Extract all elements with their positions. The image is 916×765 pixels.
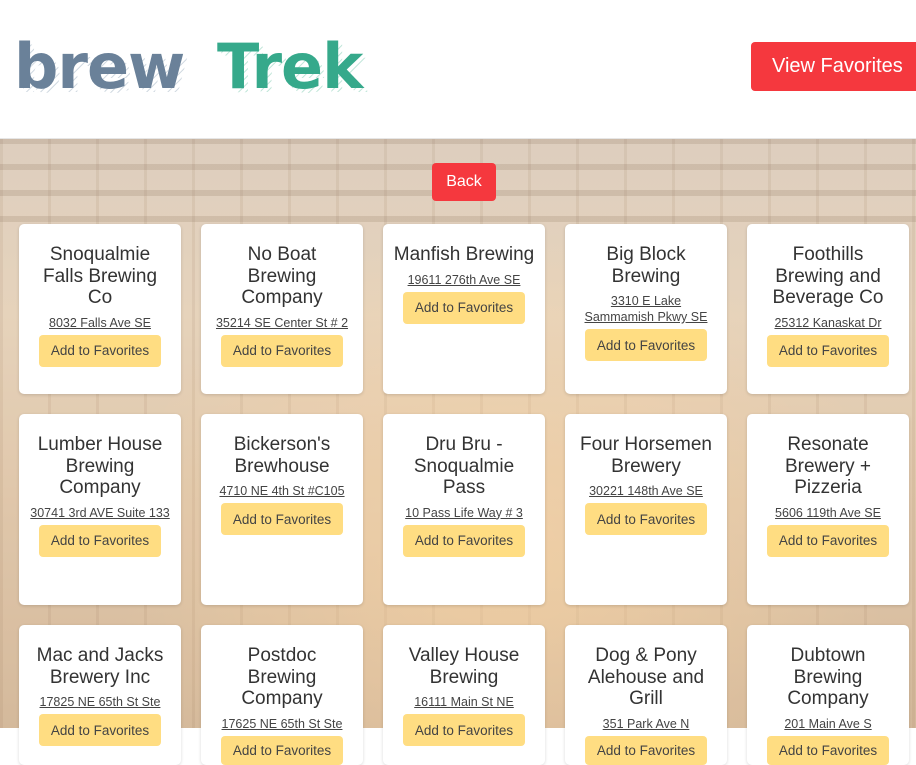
brewery-address-link[interactable]: 25312 Kanaskat Dr [770, 315, 885, 331]
brewery-card: Postdoc Brewing Company 17625 NE 65th St … [201, 625, 363, 765]
brewery-card: Valley House Brewing 16111 Main St NE Add … [383, 625, 545, 765]
add-to-favorites-button[interactable]: Add to Favorites [403, 714, 525, 746]
brewery-address-link[interactable]: 35214 SE Center St # 2 [212, 315, 352, 331]
brewery-card: No Boat Brewing Company 35214 SE Center S… [201, 224, 363, 394]
brewery-address-link[interactable]: 351 Park Ave N [599, 716, 694, 732]
brewery-address-link[interactable]: 17625 NE 65th St Ste [218, 716, 347, 732]
brewery-address-link[interactable]: 16111 Main St NE [410, 694, 518, 710]
brewery-name: No Boat Brewing Company [207, 244, 357, 309]
brewery-name: Dru Bru - Snoqualmie Pass [389, 434, 539, 499]
add-to-favorites-button[interactable]: Add to Favorites [403, 525, 525, 557]
brewery-name: Dog & Pony Alehouse and Grill [571, 645, 721, 710]
brewery-name: Dubtown Brewing Company [753, 645, 903, 710]
brewery-name: Snoqualmie Falls Brewing Co [25, 244, 175, 309]
add-to-favorites-button[interactable]: Add to Favorites [221, 335, 343, 367]
brewery-card: Big Block Brewing 3310 E Lake Sammamish P… [565, 224, 727, 394]
brewery-card-grid: Snoqualmie Falls Brewing Co 8032 Falls Av… [0, 0, 916, 728]
add-to-favorites-button[interactable]: Add to Favorites [767, 525, 889, 557]
brewery-card: Resonate Brewery + Pizzeria 5606 119th Av… [747, 414, 909, 605]
add-to-favorites-button[interactable]: Add to Favorites [221, 736, 343, 765]
brewery-card: Four Horsemen Brewery 30221 148th Ave SE A… [565, 414, 727, 605]
brewery-name: Manfish Brewing [390, 244, 538, 266]
add-to-favorites-button[interactable]: Add to Favorites [585, 736, 707, 765]
brewery-name: Postdoc Brewing Company [207, 645, 357, 710]
brewery-address-link[interactable]: 5606 119th Ave SE [771, 505, 885, 521]
brewery-name: Bickerson's Brewhouse [207, 434, 357, 477]
brewery-address-link[interactable]: 8032 Falls Ave SE [45, 315, 155, 331]
brewery-card: Dubtown Brewing Company 201 Main Ave S Add… [747, 625, 909, 765]
add-to-favorites-button[interactable]: Add to Favorites [221, 503, 343, 535]
add-to-favorites-button[interactable]: Add to Favorites [39, 525, 161, 557]
brewery-name: Four Horsemen Brewery [571, 434, 721, 477]
brewery-address-link[interactable]: 19611 276th Ave SE [404, 272, 525, 288]
brewery-address-link[interactable]: 201 Main Ave S [780, 716, 875, 732]
brewery-card: Dru Bru - Snoqualmie Pass 10 Pass Life Wa… [383, 414, 545, 605]
brewery-card: Lumber House Brewing Company 30741 3rd AV… [19, 414, 181, 605]
brewery-card: Foothills Brewing and Beverage Co 25312 K… [747, 224, 909, 394]
brewery-address-link[interactable]: 3310 E Lake Sammamish Pkwy SE [571, 293, 721, 325]
brewery-name: Lumber House Brewing Company [25, 434, 175, 499]
brewery-card: Mac and Jacks Brewery Inc 17825 NE 65th S… [19, 625, 181, 765]
add-to-favorites-button[interactable]: Add to Favorites [585, 329, 707, 361]
brewery-card: Dog & Pony Alehouse and Grill 351 Park Av… [565, 625, 727, 765]
brewery-address-link[interactable]: 30221 148th Ave SE [585, 483, 707, 499]
add-to-favorites-button[interactable]: Add to Favorites [39, 714, 161, 746]
brewery-address-link[interactable]: 4710 NE 4th St #C105 [215, 483, 348, 499]
brewery-name: Resonate Brewery + Pizzeria [753, 434, 903, 499]
add-to-favorites-button[interactable]: Add to Favorites [39, 335, 161, 367]
add-to-favorites-button[interactable]: Add to Favorites [767, 335, 889, 367]
brewery-card: Bickerson's Brewhouse 4710 NE 4th St #C10… [201, 414, 363, 605]
brewery-name: Big Block Brewing [571, 244, 721, 287]
add-to-favorites-button[interactable]: Add to Favorites [585, 503, 707, 535]
brewery-address-link[interactable]: 30741 3rd AVE Suite 133 [26, 505, 173, 521]
brewery-name: Mac and Jacks Brewery Inc [25, 645, 175, 688]
brewery-address-link[interactable]: 10 Pass Life Way # 3 [401, 505, 527, 521]
brewery-name: Valley House Brewing [389, 645, 539, 688]
add-to-favorites-button[interactable]: Add to Favorites [767, 736, 889, 765]
add-to-favorites-button[interactable]: Add to Favorites [403, 292, 525, 324]
brewery-card: Snoqualmie Falls Brewing Co 8032 Falls Av… [19, 224, 181, 394]
brewery-address-link[interactable]: 17825 NE 65th St Ste [36, 694, 165, 710]
brewery-name: Foothills Brewing and Beverage Co [753, 244, 903, 309]
brewery-card: Manfish Brewing 19611 276th Ave SE Add to … [383, 224, 545, 394]
